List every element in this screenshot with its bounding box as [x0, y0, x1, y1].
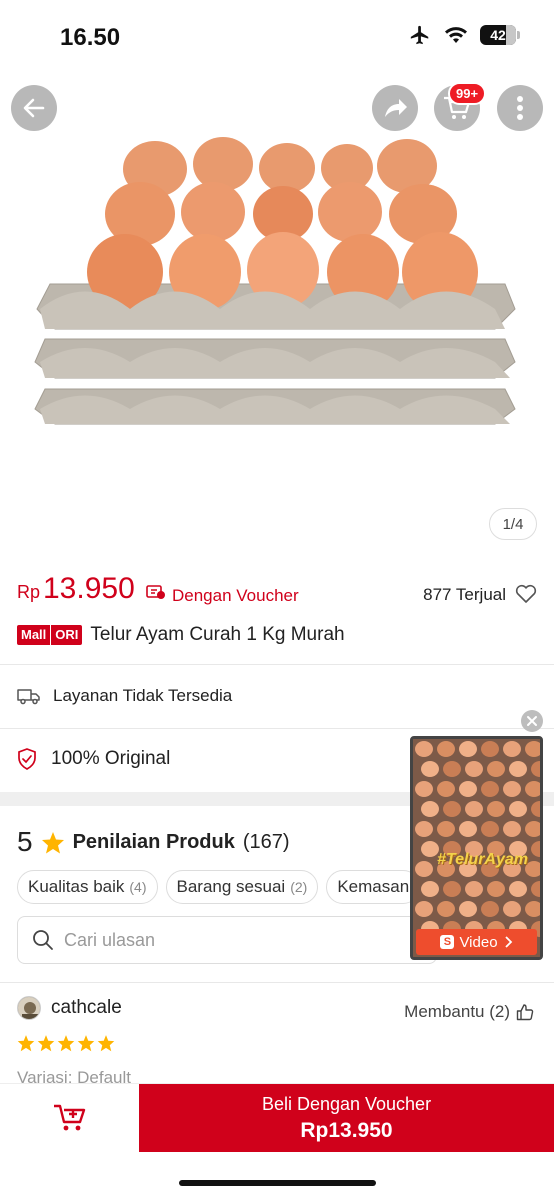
- more-vertical-icon: [517, 96, 523, 120]
- video-thumbnail-eggs: [413, 739, 540, 957]
- buy-button-label: Beli Dengan Voucher: [261, 1093, 432, 1114]
- review-header: cathcale: [17, 996, 122, 1020]
- floating-video-thumbnail[interactable]: #TelurAyam S Video: [410, 736, 543, 960]
- star-icon: [77, 1035, 95, 1052]
- video-button-label: Video: [459, 933, 498, 951]
- video-close-button[interactable]: [521, 710, 543, 732]
- chip-label: Barang sesuai: [176, 877, 286, 896]
- product-gallery[interactable]: 99+ 1/4: [0, 74, 554, 554]
- chip-label: Kemasan: [337, 877, 410, 896]
- share-arrow-icon: [385, 99, 407, 117]
- status-bar: 16.50 42: [0, 0, 554, 74]
- truck-icon: [17, 689, 40, 705]
- home-indicator: [179, 1180, 376, 1186]
- mall-badge-label: Mall: [17, 625, 51, 645]
- rating-header[interactable]: 5 Penilaian Produk (167): [17, 826, 290, 858]
- voucher-icon: [146, 585, 165, 599]
- cart-count-badge: 99+: [448, 82, 487, 105]
- rating-score: 5: [17, 826, 33, 857]
- price-row: Rp 13.950 Dengan Voucher 877 Terjual: [0, 570, 554, 616]
- share-button[interactable]: [372, 85, 418, 131]
- shopee-video-icon: S: [440, 935, 455, 949]
- shipping-row[interactable]: Layanan Tidak Tersedia: [17, 686, 232, 706]
- chip-count: (4): [129, 879, 147, 895]
- star-icon: [97, 1035, 115, 1052]
- review-search-field[interactable]: [17, 916, 437, 964]
- guarantee-row[interactable]: 100% Original: [17, 748, 170, 770]
- price-value: 13.950: [43, 572, 135, 605]
- product-title: Telur Ayam Curah 1 Kg Murah: [90, 624, 345, 645]
- reviewer-name: cathcale: [51, 997, 122, 1018]
- chip-barang-sesuai[interactable]: Barang sesuai (2): [165, 870, 319, 904]
- thumbs-up-icon: [516, 1004, 534, 1021]
- chip-kemasan[interactable]: Kemasan: [326, 870, 421, 904]
- airplane-icon: [410, 25, 429, 45]
- wifi-icon: [445, 27, 467, 43]
- buy-with-voucher-button[interactable]: Beli Dengan Voucher Rp13.950: [139, 1084, 554, 1152]
- back-button[interactable]: [11, 85, 57, 131]
- search-icon: [33, 930, 53, 950]
- close-icon: [527, 716, 537, 726]
- mall-ori-badge: Mall ORI: [17, 625, 83, 645]
- divider: [0, 728, 554, 729]
- price-currency: Rp: [17, 582, 41, 602]
- chevron-right-icon: [504, 936, 512, 948]
- ori-badge-label: ORI: [51, 625, 83, 645]
- status-icons: 42: [408, 24, 520, 46]
- star-icon: [57, 1035, 75, 1052]
- status-time: 16.50: [60, 24, 121, 51]
- battery-level: 42: [490, 27, 506, 43]
- sold-count: 877 Terjual: [423, 585, 506, 604]
- add-to-cart-button[interactable]: [0, 1084, 139, 1152]
- add-cart-icon: [53, 1104, 85, 1131]
- product-image-eggs: [34, 137, 516, 425]
- review-stars: [17, 1034, 115, 1052]
- rating-title: Penilaian Produk: [72, 830, 235, 853]
- rating-count: (167): [242, 830, 290, 853]
- heart-icon[interactable]: [515, 584, 537, 604]
- star-icon: [17, 1035, 35, 1052]
- guarantee-text: 100% Original: [51, 748, 171, 769]
- star-icon: [37, 1035, 55, 1052]
- video-hashtag: #TelurAyam: [437, 851, 528, 868]
- chip-kualitas-baik[interactable]: Kualitas baik (4): [17, 870, 158, 904]
- helpful-button[interactable]: Membantu (2): [404, 1002, 534, 1022]
- shipping-status: Layanan Tidak Tersedia: [53, 686, 233, 705]
- more-options-button[interactable]: [497, 85, 543, 131]
- reviewer-avatar[interactable]: [17, 996, 41, 1020]
- buy-button-price: Rp13.950: [300, 1118, 393, 1142]
- divider: [0, 982, 554, 983]
- video-button[interactable]: S Video: [416, 929, 537, 955]
- battery-icon: 42: [480, 25, 520, 45]
- divider: [0, 664, 554, 665]
- shield-check-icon: [18, 748, 36, 770]
- arrow-left-icon: [23, 98, 45, 118]
- star-icon: [41, 831, 64, 853]
- review-search-input[interactable]: [64, 929, 394, 951]
- chip-count: (2): [290, 879, 308, 895]
- helpful-label: Membantu (2): [404, 1002, 510, 1021]
- image-page-indicator: 1/4: [489, 508, 537, 540]
- chip-label: Kualitas baik: [28, 877, 125, 896]
- voucher-label[interactable]: Dengan Voucher: [172, 586, 299, 606]
- product-title-row: Mall ORI Telur Ayam Curah 1 Kg Murah: [17, 624, 345, 646]
